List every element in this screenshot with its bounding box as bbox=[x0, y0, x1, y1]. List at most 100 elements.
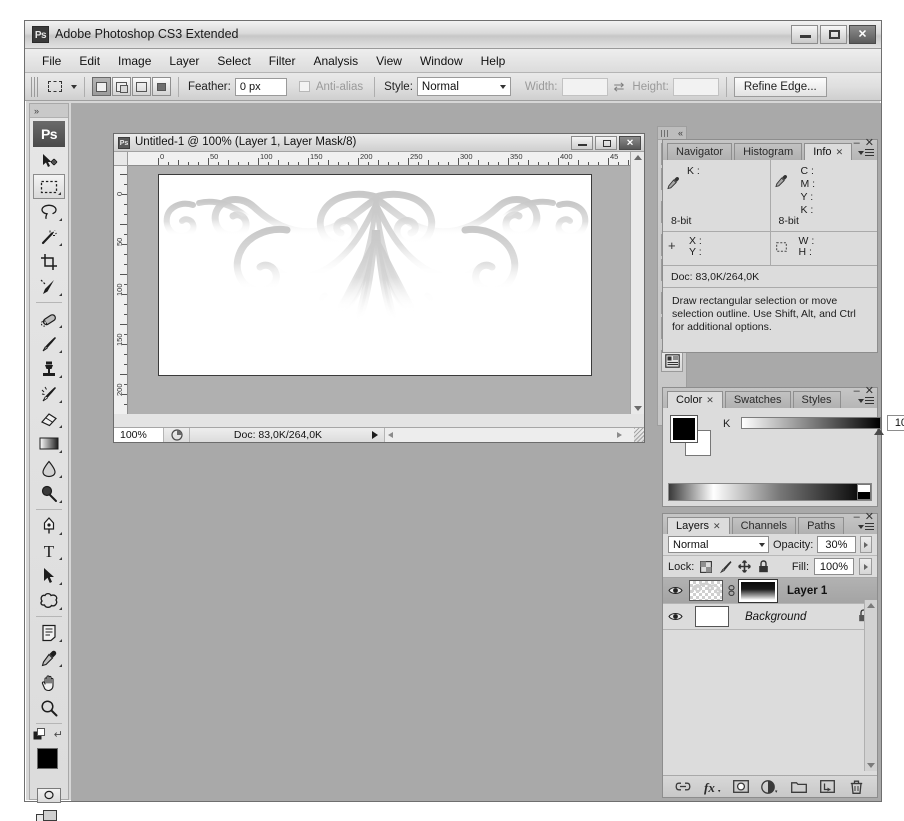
zoom-level-field[interactable]: 100% bbox=[114, 428, 164, 442]
tab-histogram[interactable]: Histogram bbox=[734, 143, 803, 160]
adjustment-layer-icon[interactable] bbox=[761, 779, 779, 795]
layer-name[interactable]: Layer 1 bbox=[787, 585, 827, 597]
lock-transparency-icon[interactable] bbox=[699, 560, 713, 574]
healing-brush-tool[interactable] bbox=[33, 306, 65, 331]
panel-minimize-icon[interactable]: – bbox=[854, 138, 860, 149]
document-close-button[interactable]: ✕ bbox=[619, 136, 641, 150]
height-input[interactable] bbox=[672, 77, 719, 96]
layer-row-background[interactable]: Background bbox=[663, 604, 877, 630]
custom-shape-tool[interactable] bbox=[33, 588, 65, 613]
options-bar-grip[interactable] bbox=[31, 76, 39, 97]
add-layer-mask-icon[interactable] bbox=[732, 779, 750, 795]
panel-close-icon[interactable]: ✕ bbox=[865, 138, 874, 149]
resize-grip[interactable] bbox=[634, 428, 644, 442]
dodge-tool[interactable] bbox=[33, 481, 65, 506]
link-layers-icon[interactable] bbox=[674, 779, 692, 795]
status-menu-icon[interactable] bbox=[366, 431, 384, 439]
canvas-vertical-scrollbar[interactable] bbox=[630, 152, 644, 414]
lock-image-icon[interactable] bbox=[718, 560, 732, 574]
tab-paths[interactable]: Paths bbox=[798, 517, 845, 534]
panel-minimize-icon[interactable]: – bbox=[854, 512, 860, 523]
color-spectrum-ramp[interactable] bbox=[668, 483, 872, 501]
layers-list-scrollbar[interactable] bbox=[864, 600, 877, 771]
layer-comps-icon[interactable] bbox=[661, 350, 683, 372]
tools-palette-header[interactable]: » bbox=[30, 104, 68, 118]
layer-visibility-toggle[interactable] bbox=[665, 585, 685, 596]
notes-tool[interactable] bbox=[33, 620, 65, 645]
menu-layer[interactable]: Layer bbox=[160, 51, 208, 71]
layer-visibility-toggle[interactable] bbox=[665, 611, 685, 622]
panel-close-icon[interactable]: ✕ bbox=[865, 512, 874, 523]
move-tool[interactable] bbox=[33, 149, 65, 174]
lasso-tool[interactable] bbox=[33, 199, 65, 224]
chevron-down-icon[interactable] bbox=[71, 84, 77, 89]
eyedropper-tool[interactable] bbox=[33, 645, 65, 670]
expand-chevrons-icon[interactable]: « bbox=[678, 128, 683, 138]
menu-view[interactable]: View bbox=[367, 51, 411, 71]
gradient-tool[interactable] bbox=[33, 431, 65, 456]
panel-minimize-icon[interactable]: – bbox=[854, 386, 860, 397]
tab-layers[interactable]: Layers ✕ bbox=[667, 517, 730, 534]
rectangular-marquee-tool[interactable] bbox=[33, 174, 65, 199]
add-to-selection-button[interactable] bbox=[112, 77, 131, 96]
blend-mode-select[interactable]: Normal bbox=[668, 536, 769, 553]
lock-position-icon[interactable] bbox=[737, 560, 751, 574]
delete-layer-icon[interactable] bbox=[847, 779, 865, 795]
tab-color[interactable]: Color ✕ bbox=[667, 391, 723, 408]
type-tool[interactable]: T bbox=[33, 538, 65, 563]
canvas-viewport[interactable] bbox=[128, 166, 630, 414]
no-color-swatch[interactable] bbox=[857, 484, 871, 500]
layer-row-layer-1[interactable]: Layer 1 bbox=[663, 578, 877, 604]
new-group-icon[interactable] bbox=[790, 779, 808, 795]
swap-width-height-icon[interactable]: ⇄ bbox=[614, 79, 625, 95]
path-selection-tool[interactable] bbox=[33, 563, 65, 588]
close-button[interactable]: ✕ bbox=[849, 25, 876, 44]
menu-help[interactable]: Help bbox=[472, 51, 515, 71]
layer-thumbnail[interactable] bbox=[689, 580, 723, 601]
quick-mask-toggle[interactable] bbox=[30, 784, 68, 806]
menu-window[interactable]: Window bbox=[411, 51, 472, 71]
maximize-button[interactable] bbox=[820, 25, 847, 44]
close-icon[interactable]: ✕ bbox=[836, 147, 844, 158]
eraser-tool[interactable] bbox=[33, 406, 65, 431]
collapse-chevrons-icon[interactable]: » bbox=[34, 106, 39, 116]
rectangular-marquee-icon[interactable] bbox=[43, 76, 67, 98]
channel-k-value[interactable]: 100 bbox=[887, 415, 904, 431]
new-layer-icon[interactable] bbox=[819, 779, 837, 795]
tab-styles[interactable]: Styles bbox=[792, 391, 841, 408]
document-restore-button[interactable] bbox=[595, 136, 617, 150]
canvas-horizontal-scrollbar[interactable] bbox=[384, 428, 634, 442]
crop-tool[interactable] bbox=[33, 249, 65, 274]
tab-navigator[interactable]: Navigator bbox=[667, 143, 733, 160]
menu-file[interactable]: File bbox=[33, 51, 70, 71]
mask-link-icon[interactable] bbox=[727, 585, 735, 596]
foreground-color-swatch[interactable] bbox=[670, 415, 698, 443]
feather-input[interactable]: 0 px bbox=[234, 77, 287, 96]
anti-alias-checkbox[interactable] bbox=[298, 81, 310, 92]
menu-filter[interactable]: Filter bbox=[260, 51, 305, 71]
menu-analysis[interactable]: Analysis bbox=[304, 51, 367, 71]
foreground-color-swatch[interactable] bbox=[37, 748, 58, 769]
opacity-value[interactable]: 30% bbox=[817, 536, 856, 553]
fill-value[interactable]: 100% bbox=[814, 558, 854, 575]
pen-tool[interactable] bbox=[33, 513, 65, 538]
opacity-slider-button[interactable] bbox=[859, 536, 873, 553]
width-input[interactable] bbox=[561, 77, 608, 96]
tab-info[interactable]: Info ✕ bbox=[804, 143, 853, 160]
channel-k-slider-thumb[interactable] bbox=[874, 428, 884, 435]
menu-image[interactable]: Image bbox=[109, 51, 160, 71]
document-profile-icon[interactable] bbox=[164, 428, 190, 442]
swap-colors-icon[interactable]: ↵ bbox=[54, 728, 63, 741]
photoshop-badge-icon[interactable]: Ps bbox=[33, 121, 65, 147]
panel-menu-button[interactable] bbox=[858, 149, 874, 156]
zoom-tool[interactable] bbox=[33, 695, 65, 720]
menu-edit[interactable]: Edit bbox=[70, 51, 109, 71]
document-titlebar[interactable]: Ps Untitled-1 @ 100% (Layer 1, Layer Mas… bbox=[114, 134, 644, 152]
close-icon[interactable]: ✕ bbox=[706, 395, 714, 406]
magic-wand-tool[interactable] bbox=[33, 224, 65, 249]
history-brush-tool[interactable] bbox=[33, 381, 65, 406]
subtract-from-selection-button[interactable] bbox=[132, 77, 151, 96]
channel-k-slider-track[interactable] bbox=[741, 417, 881, 429]
clone-stamp-tool[interactable] bbox=[33, 356, 65, 381]
brush-tool[interactable] bbox=[33, 331, 65, 356]
